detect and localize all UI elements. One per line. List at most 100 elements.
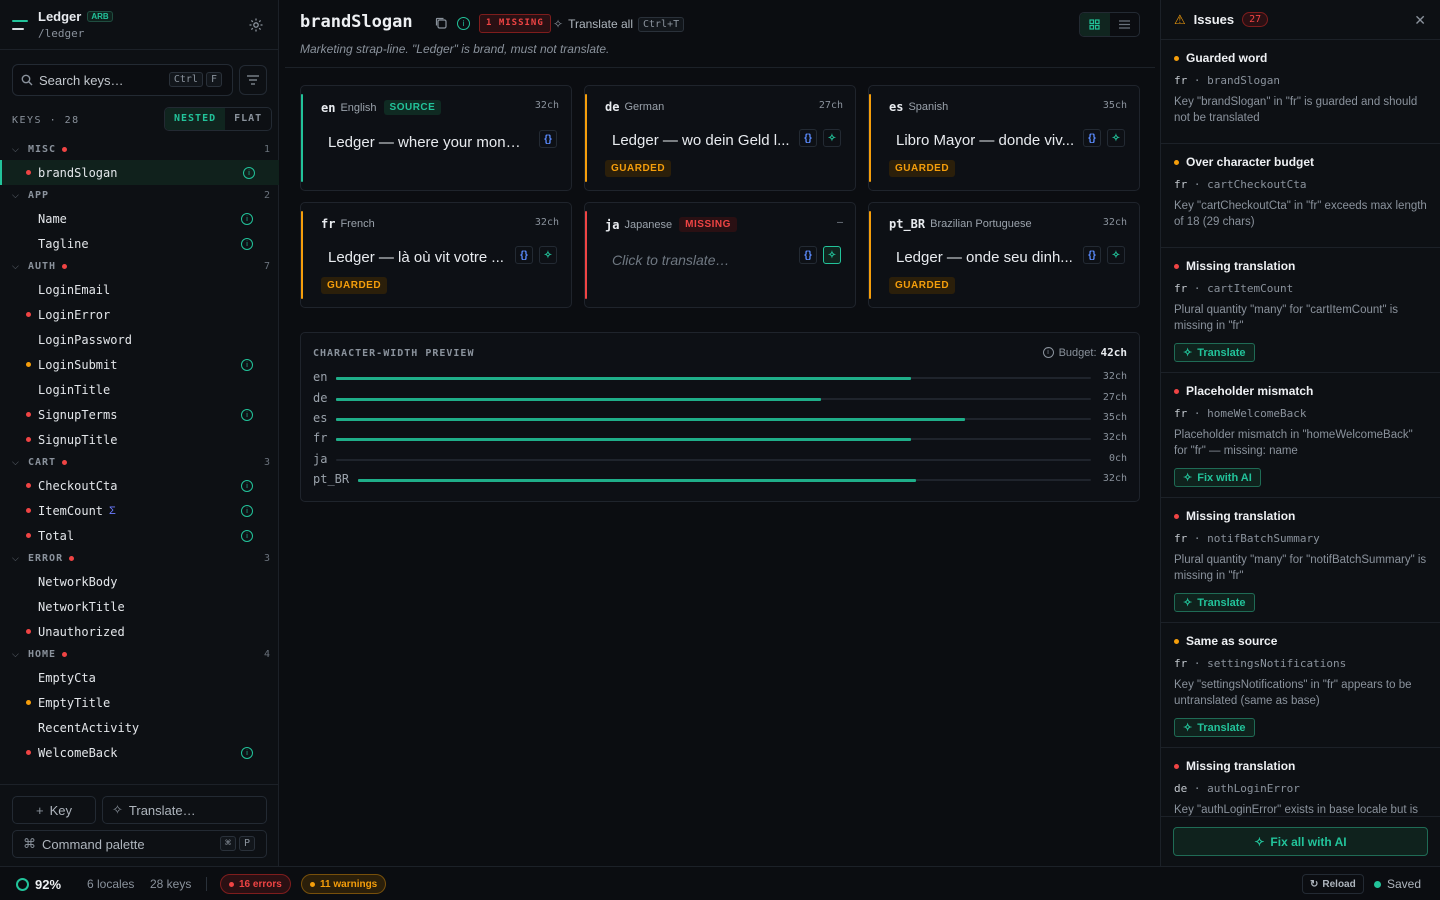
tree-key-item[interactable]: LoginSubmit i — [0, 352, 279, 377]
issue-action-button[interactable]: ✧ Translate — [1174, 718, 1255, 737]
command-palette-button[interactable]: ⌘ Command palette ⌘ P — [12, 830, 267, 858]
tree-key-item[interactable]: RecentActivity — [0, 715, 279, 740]
tree-key-item[interactable]: Unauthorized — [0, 619, 279, 644]
ai-sparkle-icon[interactable]: ✧ — [823, 129, 841, 147]
issue-item[interactable]: Missing translation fr · notifBatchSumma… — [1161, 498, 1440, 623]
placeholder-braces-icon[interactable]: {} — [1083, 129, 1101, 147]
issue-item[interactable]: Same as source fr · settingsNotification… — [1161, 623, 1440, 748]
info-icon[interactable]: i — [241, 505, 253, 517]
tree-key-item[interactable]: EmptyTitle — [0, 690, 279, 715]
info-icon[interactable]: i — [457, 17, 470, 30]
ai-sparkle-icon[interactable]: ✧ — [539, 246, 557, 264]
nested-mode-button[interactable]: NESTED — [165, 108, 226, 130]
info-icon[interactable]: i — [241, 747, 253, 759]
tree-key-item[interactable]: CheckoutCta i — [0, 473, 279, 498]
issue-item[interactable]: Placeholder mismatch fr · homeWelcomeBac… — [1161, 373, 1440, 498]
tree-key-item[interactable]: Tagline i — [0, 231, 279, 256]
flat-mode-button[interactable]: FLAT — [225, 108, 271, 130]
fix-all-ai-button[interactable]: ✧ Fix all with AI — [1173, 827, 1428, 856]
list-view-icon[interactable] — [1110, 13, 1140, 36]
issues-count: 27 — [1242, 12, 1269, 27]
search-box[interactable]: Ctrl F — [12, 64, 233, 96]
info-icon[interactable]: i — [241, 213, 253, 225]
grid-view-icon[interactable] — [1080, 13, 1110, 36]
translation-text[interactable]: Ledger — là où vit votre ... — [328, 249, 524, 266]
info-icon[interactable]: i — [243, 167, 255, 179]
status-dot — [26, 750, 31, 755]
sparkle-icon: ✧ — [1183, 597, 1193, 609]
placeholder-braces-icon[interactable]: {} — [515, 246, 533, 264]
key-title: brandSlogan — [300, 12, 413, 32]
issue-locale: fr — [1174, 74, 1188, 87]
issue-action-button[interactable]: ✧ Translate — [1174, 593, 1255, 612]
translation-text[interactable]: Libro Mayor — donde viv... — [896, 132, 1092, 149]
locale-card[interactable]: en English SOURCE 32ch Ledger — where yo… — [300, 85, 572, 191]
budget-indicator: i Budget: 42ch — [1042, 346, 1127, 359]
locale-card[interactable]: de German 27ch Ledger — wo dein Geld l..… — [584, 85, 856, 191]
tree-key-item[interactable]: Name i — [0, 206, 279, 231]
group-name: HOME — [28, 649, 57, 660]
layout-toggle — [1079, 12, 1140, 37]
ai-sparkle-icon[interactable]: ✧ — [823, 246, 841, 264]
tree-key-item[interactable]: Total i — [0, 523, 279, 548]
locale-card[interactable]: ja Japanese MISSING – Click to translate… — [584, 202, 856, 308]
issue-item[interactable]: Over character budget fr · cartCheckoutC… — [1161, 144, 1440, 248]
placeholder-braces-icon[interactable]: {} — [539, 130, 557, 148]
tree-key-item[interactable]: brandSlogan i — [0, 160, 279, 185]
info-icon[interactable]: i — [241, 530, 253, 542]
translation-text[interactable]: Ledger — where your money... — [328, 134, 524, 151]
issue-item[interactable]: Guarded word fr · brandSlogan Key "brand… — [1161, 40, 1440, 144]
close-icon[interactable]: ✕ — [1414, 12, 1426, 29]
tree-group[interactable]: ⌵ APP 2 — [0, 185, 279, 206]
tree-key-item[interactable]: LoginTitle — [0, 377, 279, 402]
placeholder-braces-icon[interactable]: {} — [799, 129, 817, 147]
errors-badge[interactable]: 16 errors — [220, 874, 291, 894]
tree-key-item[interactable]: EmptyCta — [0, 665, 279, 690]
filter-button[interactable] — [239, 65, 267, 95]
issue-action-button[interactable]: ✧ Fix with AI — [1174, 468, 1261, 487]
tree-key-item[interactable]: WelcomeBack i — [0, 740, 279, 765]
add-key-button[interactable]: + Key — [12, 796, 96, 824]
translation-text[interactable]: Click to translate… — [612, 252, 808, 268]
copy-icon[interactable] — [434, 16, 448, 30]
info-icon[interactable]: i — [241, 359, 253, 371]
issue-action-button[interactable]: ✧ Translate — [1174, 343, 1255, 362]
placeholder-braces-icon[interactable]: {} — [1083, 246, 1101, 264]
reload-button[interactable]: ↻ Reload — [1302, 874, 1364, 894]
tree-group[interactable]: ⌵ AUTH 7 — [0, 256, 279, 277]
tree-key-item[interactable]: ItemCount Σ i — [0, 498, 279, 523]
translation-text[interactable]: Ledger — onde seu dinh... — [896, 249, 1092, 266]
warnings-badge[interactable]: 11 warnings — [301, 874, 387, 894]
info-icon[interactable]: i — [241, 480, 253, 492]
info-icon[interactable]: i — [241, 409, 253, 421]
ai-sparkle-icon[interactable]: ✧ — [1107, 246, 1125, 264]
key-name: EmptyTitle — [38, 695, 111, 710]
tree-key-item[interactable]: NetworkTitle — [0, 594, 279, 619]
tree-group[interactable]: ⌵ ERROR 3 — [0, 548, 279, 569]
issue-item[interactable]: Missing translation de · authLoginError … — [1161, 748, 1440, 816]
tree-group[interactable]: ⌵ MISC 1 — [0, 139, 279, 160]
search-input[interactable] — [39, 72, 159, 88]
key-name: Name — [38, 211, 67, 226]
tree-key-item[interactable]: LoginPassword — [0, 327, 279, 352]
tree-key-item[interactable]: SignupTerms i — [0, 402, 279, 427]
locale-card[interactable]: fr French 32ch Ledger — là où vit votre … — [300, 202, 572, 308]
locale-card[interactable]: pt_BR Brazilian Portuguese 32ch Ledger —… — [868, 202, 1140, 308]
info-icon[interactable]: i — [241, 238, 253, 250]
tree-key-item[interactable]: SignupTitle — [0, 427, 279, 452]
tree-key-item[interactable]: LoginError — [0, 302, 279, 327]
placeholder-braces-icon[interactable]: {} — [799, 246, 817, 264]
tree-group[interactable]: ⌵ HOME 4 — [0, 644, 279, 665]
translation-text[interactable]: Ledger — wo dein Geld l... — [612, 132, 808, 149]
tree-key-item[interactable]: NetworkBody — [0, 569, 279, 594]
tree-key-item[interactable]: LoginEmail — [0, 277, 279, 302]
locale-card[interactable]: es Spanish 35ch Libro Mayor — donde viv.… — [868, 85, 1140, 191]
translate-all-button[interactable]: ✧ Translate all Ctrl+T — [553, 14, 685, 34]
char-count: 35ch — [1102, 100, 1127, 111]
settings-gear-icon[interactable] — [248, 17, 264, 33]
issue-item[interactable]: Missing translation fr · cartItemCount P… — [1161, 248, 1440, 373]
translate-button[interactable]: ✧ Translate… — [102, 796, 267, 824]
main-editor: brandSlogan i 1 MISSING ✧ Translate all … — [285, 0, 1155, 866]
tree-group[interactable]: ⌵ CART 3 — [0, 452, 279, 473]
ai-sparkle-icon[interactable]: ✧ — [1107, 129, 1125, 147]
